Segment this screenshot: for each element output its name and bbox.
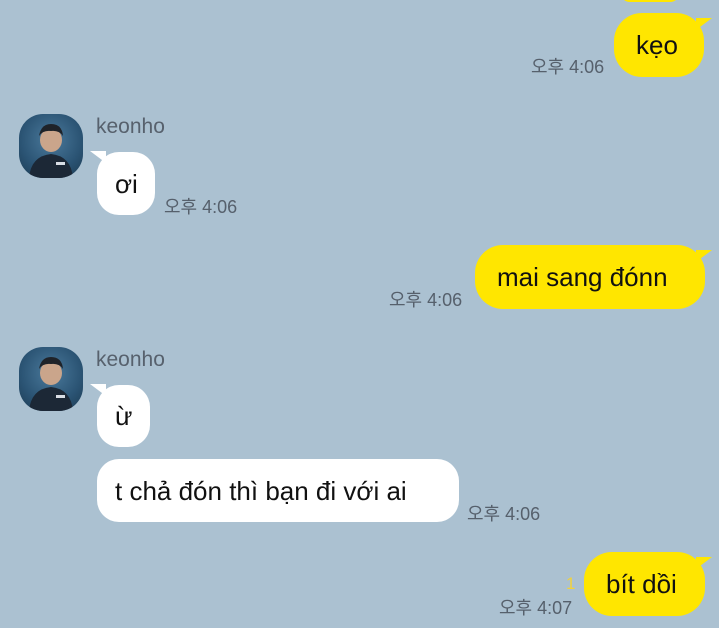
sender-name: keonho [96, 115, 165, 138]
message-timestamp: 오후 4:07 [499, 598, 573, 618]
partial-message-bubble [620, 0, 680, 2]
message-text: bít dồi [606, 569, 677, 599]
bubble-tail [90, 384, 106, 396]
message-timestamp: 오후 4:06 [389, 290, 463, 310]
sender-avatar[interactable] [19, 347, 83, 411]
incoming-message-bubble[interactable]: t chả đón thì bạn đi với ai [97, 459, 459, 522]
sender-name: keonho [96, 348, 165, 371]
message-text: ừ [115, 401, 133, 431]
message-timestamp: 오후 4:06 [531, 57, 605, 77]
bubble-tail [696, 557, 712, 569]
sender-avatar[interactable] [19, 114, 83, 178]
outgoing-message-bubble[interactable]: mai sang đónn [475, 245, 705, 309]
avatar-photo-icon [29, 357, 73, 411]
message-text: kẹo [636, 30, 678, 60]
message-timestamp: 오후 4:06 [467, 504, 541, 524]
bubble-tail [90, 151, 106, 163]
message-text: t chả đón thì bạn đi với ai [115, 475, 407, 506]
message-timestamp: 오후 4:06 [164, 197, 238, 217]
unread-count: 1 [566, 574, 576, 593]
chat-message-list[interactable]: kẹo 오후 4:06 keonho ơi 오후 4:06 mai sang đ… [0, 0, 719, 628]
bubble-tail [696, 18, 712, 30]
message-text: ơi [115, 168, 138, 199]
bubble-tail [696, 250, 712, 262]
message-text: mai sang đónn [497, 262, 668, 292]
avatar-photo-icon [29, 124, 73, 178]
outgoing-message-bubble[interactable]: bít dồi [584, 552, 705, 616]
outgoing-message-bubble[interactable]: kẹo [614, 13, 704, 77]
